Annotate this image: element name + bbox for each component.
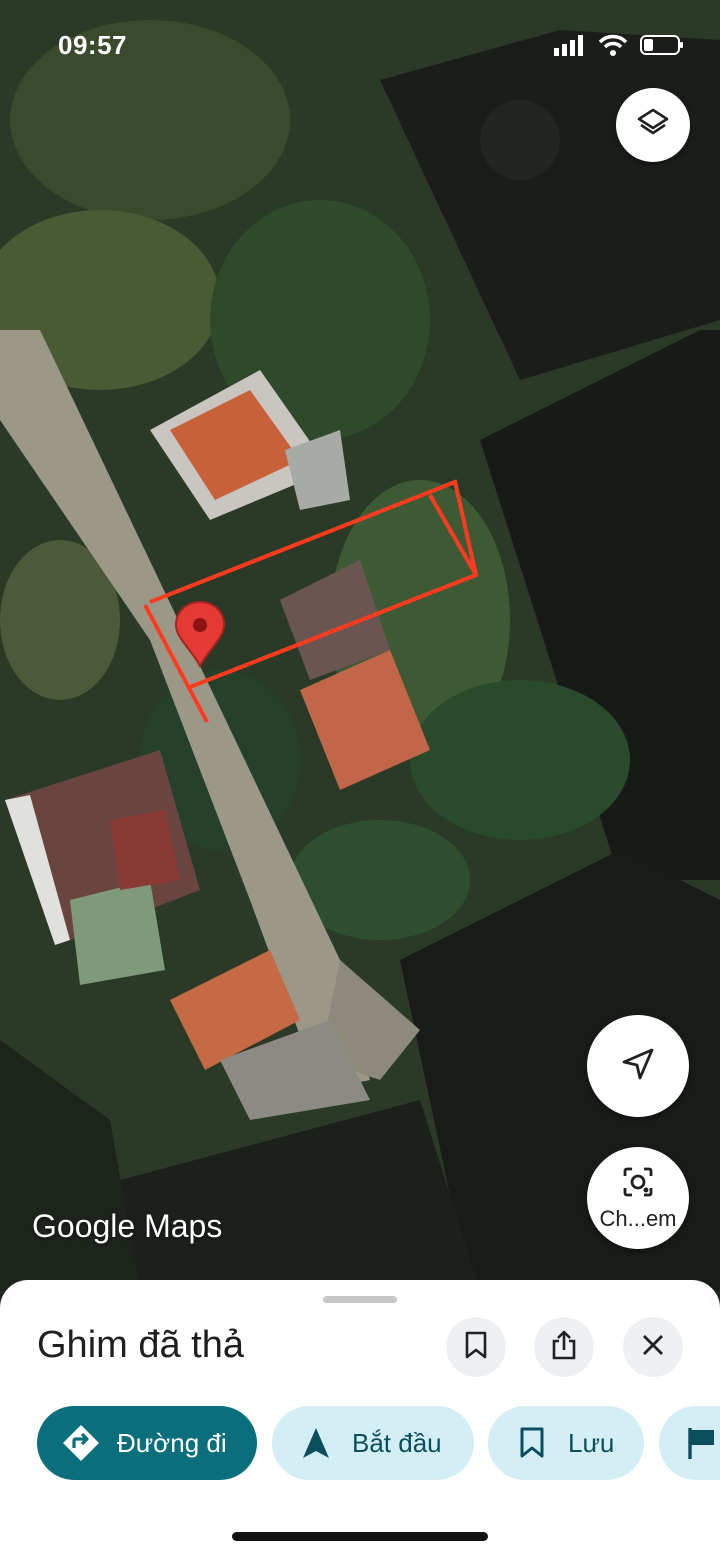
save-chip[interactable]: Lưu [488, 1406, 644, 1480]
close-icon [641, 1333, 665, 1362]
more-chip[interactable] [659, 1406, 720, 1480]
layers-button[interactable] [616, 88, 690, 162]
lens-camera-button[interactable]: Ch...em [587, 1147, 689, 1249]
share-icon [550, 1329, 578, 1366]
signal-icon [554, 34, 586, 61]
drag-handle[interactable] [323, 1296, 397, 1303]
start-chip[interactable]: Bắt đầu [272, 1406, 474, 1480]
status-icons [554, 34, 684, 61]
bookmark-icon [463, 1330, 489, 1365]
lens-label: Ch...em [599, 1205, 677, 1231]
google-maps-logo: Google Maps [32, 1208, 222, 1245]
directions-chip[interactable]: Đường đi [37, 1406, 257, 1480]
bookmark-icon [512, 1423, 552, 1463]
home-indicator[interactable] [232, 1532, 488, 1541]
status-time: 09:57 [58, 30, 127, 60]
save-icon-button[interactable] [446, 1317, 506, 1377]
share-button[interactable] [534, 1317, 594, 1377]
action-chips: Đường đi Bắt đầu Lưu [37, 1406, 720, 1480]
navigation-start-icon [296, 1423, 336, 1463]
wifi-icon [598, 34, 628, 61]
place-title: Ghim đã thả [37, 1324, 244, 1366]
navigation-arrow-icon [620, 1046, 656, 1087]
layers-icon [636, 106, 670, 145]
directions-label: Đường đi [117, 1427, 227, 1458]
directions-icon [61, 1423, 101, 1463]
camera-lens-icon [621, 1165, 655, 1204]
battery-icon [640, 34, 684, 61]
my-location-button[interactable] [587, 1015, 689, 1117]
flag-icon [681, 1423, 720, 1463]
place-bottom-sheet[interactable]: Ghim đã thả Đường đi Bắt đầu Lưu [0, 1280, 720, 1557]
map-attribution: Google Maps [32, 1208, 223, 1244]
status-bar: 09:57 [0, 28, 720, 68]
save-label: Lưu [568, 1427, 615, 1458]
close-button[interactable] [623, 1317, 683, 1377]
start-label: Bắt đầu [352, 1427, 442, 1458]
